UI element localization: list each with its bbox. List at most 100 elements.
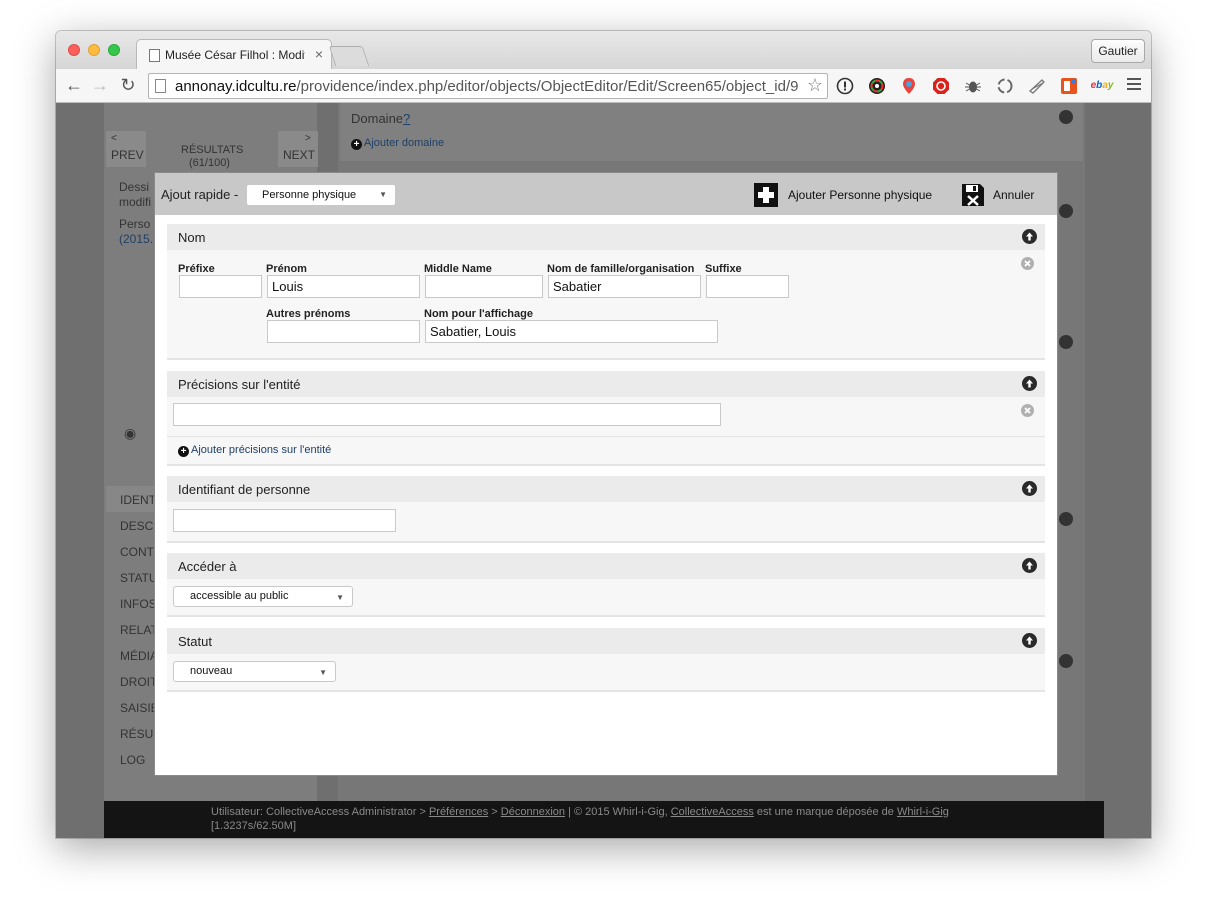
reload-icon[interactable]: ↻ (118, 75, 138, 95)
status-select[interactable]: nouveau ▼ (173, 661, 336, 682)
info-icon[interactable] (836, 77, 854, 95)
middle-name-input[interactable] (425, 275, 543, 298)
collapse-up-icon[interactable] (1022, 376, 1037, 391)
eye-icon[interactable]: ◉ (124, 425, 136, 442)
feather-icon[interactable] (1028, 77, 1046, 95)
add-domain-link[interactable]: + Ajouter domaine (351, 137, 444, 150)
prefix-input[interactable] (179, 275, 262, 298)
surname-input[interactable]: Sabatier (548, 275, 701, 298)
back-arrow-icon[interactable]: ← (64, 75, 84, 95)
results-count: (61/100) (189, 157, 230, 169)
preferences-link[interactable]: Préférences (429, 806, 488, 818)
sidebar-text: Perso (119, 217, 151, 231)
page-icon (155, 79, 166, 93)
page-background: Domaine? + Ajouter domaine < PREV RÉSULTA… (56, 103, 1151, 838)
url-text[interactable]: annonay.idcultu.re/providence/index.php/… (175, 78, 799, 95)
collapse-up-icon[interactable] (1022, 229, 1037, 244)
tab-close-icon[interactable]: × (315, 46, 323, 62)
next-arrow-icon: > (305, 133, 311, 144)
color-wheel-icon[interactable] (868, 77, 886, 95)
middle-name-label: Middle Name (424, 263, 492, 275)
results-label: RÉSULTATS (181, 144, 244, 156)
sidebar-item[interactable]: DROIT (120, 675, 157, 689)
dropdown-arrow-icon: ▼ (379, 190, 387, 199)
cancel-save-icon[interactable] (961, 183, 985, 207)
map-pin-icon[interactable] (900, 77, 918, 95)
sidebar-item[interactable]: STATU (120, 571, 158, 585)
menu-icon[interactable] (1127, 78, 1141, 92)
quick-add-dialog: Ajout rapide - Personne physique ▼ Ajoute… (154, 172, 1058, 776)
sidebar-item[interactable]: MÉDIA (120, 649, 158, 663)
new-tab-button[interactable] (328, 46, 370, 66)
access-select[interactable]: accessible au public ▼ (173, 586, 353, 607)
bookmark-plus-icon[interactable] (1060, 77, 1078, 95)
section-title: Statut (178, 634, 212, 649)
next-label: NEXT (283, 148, 316, 162)
collapse-icon[interactable] (1059, 654, 1073, 668)
refresh-icon[interactable] (996, 77, 1014, 95)
sidebar-item[interactable]: INFOS (120, 597, 157, 611)
whirligig-link[interactable]: Whirl-i-Gig (897, 806, 949, 818)
section-header: Identifiant de personne (167, 476, 1045, 502)
zoom-window-button[interactable] (108, 44, 120, 56)
domain-label: Domaine? (351, 111, 411, 126)
page-icon (149, 49, 160, 62)
forward-arrow-icon[interactable]: → (90, 75, 110, 95)
sidebar-item[interactable]: SAISIE (120, 701, 159, 715)
bug-icon[interactable] (964, 77, 982, 95)
collapse-up-icon[interactable] (1022, 633, 1037, 648)
footer-text: Utilisateur: CollectiveAccess Administra… (211, 806, 949, 832)
collapse-up-icon[interactable] (1022, 481, 1037, 496)
sidebar-item[interactable]: DESCI (120, 519, 157, 533)
section-title: Nom (178, 230, 206, 245)
sidebar-item[interactable]: RÉSU (120, 727, 153, 741)
section-statut: Statut nouveau ▼ (167, 628, 1045, 692)
section-nom: Nom Préfixe Prénom Louis Middle Name Nom… (167, 224, 1045, 360)
other-forenames-input[interactable] (267, 320, 420, 343)
collapse-up-icon[interactable] (1022, 558, 1037, 573)
add-entity-button[interactable]: Ajouter Personne physique (788, 188, 932, 202)
identifier-input[interactable] (173, 509, 396, 532)
precisions-input[interactable] (173, 403, 721, 426)
logout-link[interactable]: Déconnexion (501, 806, 565, 818)
remove-icon[interactable] (1021, 257, 1034, 270)
sidebar-text: (2015. (119, 232, 154, 246)
display-name-input[interactable]: Sabatier, Louis (425, 320, 718, 343)
minimize-window-button[interactable] (88, 44, 100, 56)
sidebar-item[interactable]: CONTI (120, 545, 157, 559)
collapse-icon[interactable] (1059, 335, 1073, 349)
add-plus-icon[interactable] (754, 183, 778, 207)
add-precisions-link[interactable]: + Ajouter précisions sur l'entité (178, 444, 331, 457)
dropdown-arrow-icon: ▼ (336, 593, 344, 602)
collapse-icon[interactable] (1059, 204, 1073, 218)
profile-button[interactable]: Gautier (1091, 39, 1145, 63)
browser-toolbar: ← → ↻ annonay.idcultu.re/providence/inde… (56, 69, 1151, 103)
browser-tab[interactable]: Musée César Filhol : Modifier × (136, 39, 332, 69)
close-window-button[interactable] (68, 44, 80, 56)
suffix-label: Suffixe (705, 263, 742, 275)
section-precisions: Précisions sur l'entité + Ajouter précisi… (167, 371, 1045, 466)
domain-section (340, 103, 1083, 161)
tab-title: Musée César Filhol : Modifier (165, 48, 305, 62)
quick-add-label: Ajout rapide - (161, 187, 239, 202)
sidebar-item[interactable]: LOG (120, 753, 145, 767)
collapse-icon[interactable] (1059, 512, 1073, 526)
sidebar-item[interactable]: IDENT (120, 493, 156, 507)
stop-icon[interactable] (932, 77, 950, 95)
ebay-icon[interactable]: ebay (1090, 77, 1114, 95)
collapse-icon[interactable] (1059, 110, 1073, 124)
bookmark-star-icon[interactable]: ☆ (807, 75, 823, 96)
prev-arrow-icon: < (111, 133, 117, 144)
sidebar-item[interactable]: RELAT (120, 623, 158, 637)
remove-icon[interactable] (1021, 404, 1034, 417)
cancel-button[interactable]: Annuler (993, 188, 1034, 202)
forename-input[interactable]: Louis (267, 275, 420, 298)
page-footer: Utilisateur: CollectiveAccess Administra… (104, 801, 1104, 838)
address-bar[interactable]: annonay.idcultu.re/providence/index.php/… (148, 73, 828, 99)
section-title: Précisions sur l'entité (178, 377, 301, 392)
entity-type-select[interactable]: Personne physique ▼ (247, 185, 395, 205)
section-title: Accéder à (178, 559, 237, 574)
sidebar-text: Dessi (119, 180, 150, 194)
collectiveaccess-link[interactable]: CollectiveAccess (671, 806, 754, 818)
suffix-input[interactable] (706, 275, 789, 298)
